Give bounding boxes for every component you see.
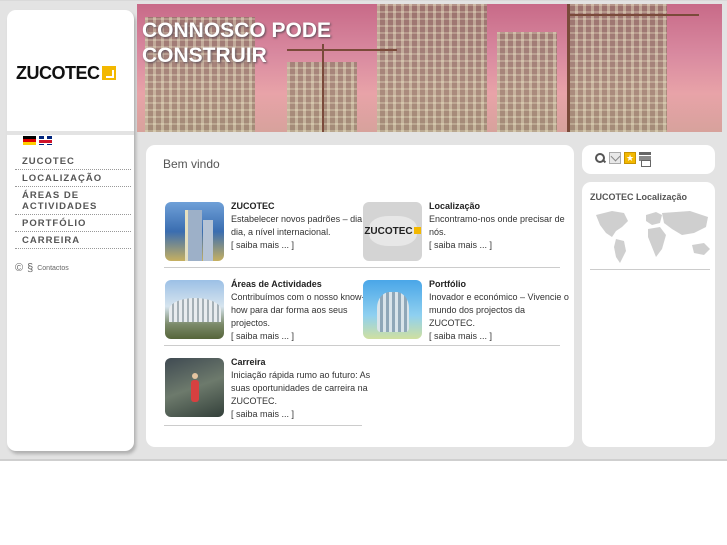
nav-item-carreira[interactable]: CARREIRA xyxy=(15,232,131,249)
map-australia xyxy=(692,243,710,255)
banner-building xyxy=(377,4,487,132)
read-more-link[interactable]: [ saiba mais ... ] xyxy=(429,239,569,252)
banner-crane xyxy=(567,4,570,132)
thumbnail-logo-text: ZUCOTEC xyxy=(364,226,413,237)
card-title[interactable]: Localização xyxy=(429,200,569,213)
card-description: Estabelecer novos padrões – dia a dia, a… xyxy=(231,214,370,237)
card-body: Carreira Iniciação rápida rumo ao futuro… xyxy=(231,356,371,421)
banner-crane xyxy=(569,14,699,16)
sidebar: ZUCOTEC ZUCOTEC LOCALIZAÇÃO ÁREAS DE ACT… xyxy=(7,10,134,451)
read-more-link[interactable]: [ saiba mais ... ] xyxy=(231,330,371,343)
mail-icon[interactable] xyxy=(609,152,621,164)
main-panel: Bem vindo ZUCOTEC Estabelecer novos padr… xyxy=(146,145,574,447)
card-description: Iniciação rápida rumo ao futuro: As suas… xyxy=(231,370,371,406)
header-banner: CONNOSCO PODE CONSTRUIR xyxy=(137,4,722,132)
card-description: Inovador e económico – Vivencie o mundo … xyxy=(429,292,569,328)
nav-item-portfolio[interactable]: PORTFÓLIO xyxy=(15,215,131,232)
logo-mark-icon xyxy=(413,227,421,234)
card-body: ZUCOTEC Estabelecer novos padrões – dia … xyxy=(231,200,371,252)
card-title[interactable]: Áreas de Actividades xyxy=(231,278,371,291)
nav-item-zucotec[interactable]: ZUCOTEC xyxy=(15,153,131,170)
page-bottom-line xyxy=(0,459,727,461)
card-areas: Áreas de Actividades Contribuímos com o … xyxy=(164,268,365,346)
card-title[interactable]: ZUCOTEC xyxy=(231,200,371,213)
map-africa xyxy=(648,227,666,257)
card-portfolio: Portfólio Inovador e económico – Vivenci… xyxy=(362,268,569,346)
header-title-line: CONSTRUIR xyxy=(142,44,267,67)
bookmark-icon[interactable]: ★ xyxy=(624,152,636,164)
logo-mark-icon xyxy=(101,66,116,80)
card-body: Áreas de Actividades Contribuímos com o … xyxy=(231,278,371,343)
logo-text: ZUCOTEC xyxy=(16,62,100,83)
en-flag-icon[interactable] xyxy=(39,136,52,145)
thumbnail-logo: ZUCOTEC xyxy=(364,226,421,237)
read-more-link[interactable]: [ saiba mais ... ] xyxy=(231,239,371,252)
nav-item-localizacao[interactable]: LOCALIZAÇÃO xyxy=(15,170,131,187)
header-title: CONNOSCO PODE CONSTRUIR xyxy=(142,18,331,68)
card-zucotec: ZUCOTEC Estabelecer novos padrões – dia … xyxy=(164,190,370,268)
main-nav: ZUCOTEC LOCALIZAÇÃO ÁREAS DE ACTIVIDADES… xyxy=(15,153,131,249)
card-body: Localização Encontramo-nos onde precisar… xyxy=(429,200,569,252)
read-more-link[interactable]: [ saiba mais ... ] xyxy=(429,330,569,343)
tools-panel: ★ xyxy=(582,145,715,174)
portfolio-thumbnail[interactable] xyxy=(363,280,422,339)
card-description: Contribuímos com o nosso know-how para d… xyxy=(231,292,365,328)
card-title[interactable]: Portfólio xyxy=(429,278,569,291)
print-icon[interactable] xyxy=(639,152,651,167)
sidebar-footer: © § Contactos xyxy=(15,262,69,274)
map-north-america xyxy=(596,211,628,237)
card-body: Portfólio Inovador e económico – Vivenci… xyxy=(429,278,569,343)
location-panel-title: ZUCOTEC Localização xyxy=(590,192,688,202)
read-more-link[interactable]: [ saiba mais ... ] xyxy=(231,408,371,421)
localizacao-thumbnail[interactable]: ZUCOTEC xyxy=(363,202,422,261)
areas-thumbnail[interactable] xyxy=(165,280,224,339)
map-europe xyxy=(646,212,662,225)
sidebar-divider xyxy=(7,131,134,135)
de-flag-icon[interactable] xyxy=(23,136,36,145)
carreira-thumbnail[interactable] xyxy=(165,358,224,417)
tool-icons: ★ xyxy=(594,152,651,167)
card-title[interactable]: Carreira xyxy=(231,356,371,369)
card-localizacao: ZUCOTEC Localização Encontramo-nos onde … xyxy=(362,190,565,268)
map-south-america xyxy=(614,239,626,263)
contacts-link[interactable]: Contactos xyxy=(37,265,69,272)
zucotec-logo[interactable]: ZUCOTEC xyxy=(16,63,116,83)
banner-building xyxy=(567,4,667,132)
world-map-icon[interactable] xyxy=(594,207,716,267)
imprint-icon[interactable]: § xyxy=(27,262,33,274)
header-title-line: CONNOSCO PODE xyxy=(142,19,332,42)
language-selector xyxy=(23,136,52,145)
card-description: Encontramo-nos onde precisar de nós. xyxy=(429,214,565,237)
map-asia xyxy=(662,211,708,235)
location-divider xyxy=(590,269,710,270)
page-title: Bem vindo xyxy=(163,157,220,171)
card-carreira: Carreira Iniciação rápida rumo ao futuro… xyxy=(164,346,370,426)
banner-building xyxy=(497,32,557,132)
search-icon[interactable] xyxy=(594,152,606,164)
copyright-icon[interactable]: © xyxy=(15,262,23,274)
zucotec-thumbnail[interactable] xyxy=(165,202,224,261)
nav-item-areas[interactable]: ÁREAS DE ACTIVIDADES xyxy=(15,187,131,215)
location-panel: ZUCOTEC Localização xyxy=(582,182,715,447)
